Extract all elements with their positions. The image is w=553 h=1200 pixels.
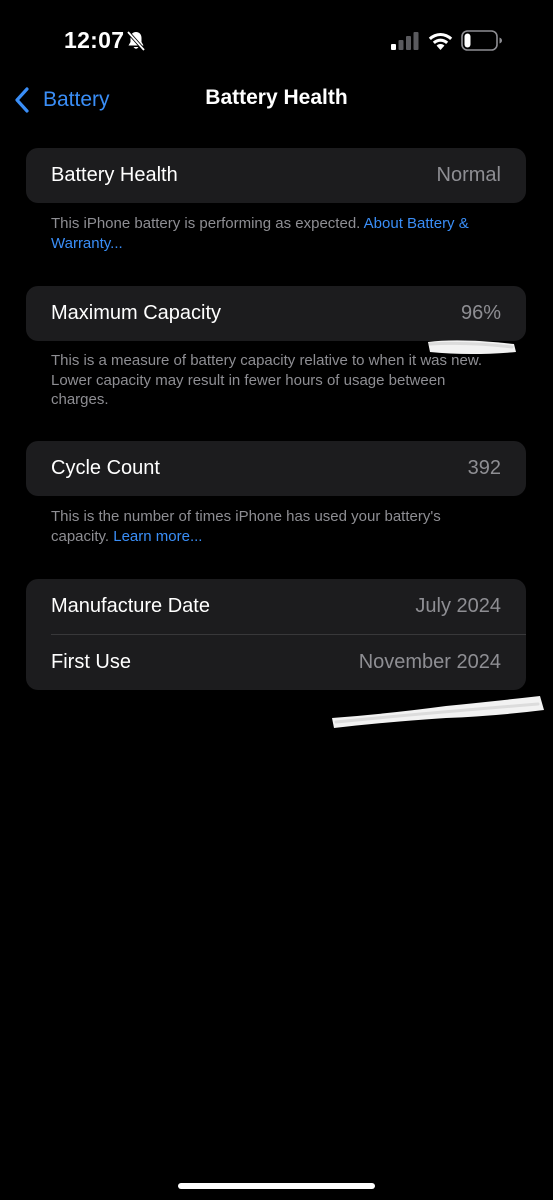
battery-health-footnote: This iPhone battery is performing as exp… [51, 214, 491, 253]
battery-health-card: Battery Health Normal [26, 148, 526, 203]
signal-icon [391, 32, 419, 50]
cycle-count-value: 392 [467, 457, 501, 479]
manufacture-date-value: July 2024 [415, 595, 501, 617]
manufacture-date-label: Manufacture Date [51, 595, 210, 617]
battery-icon [461, 30, 502, 51]
first-use-label: First Use [51, 651, 131, 673]
page-title: Battery Health [205, 86, 348, 109]
battery-health-row[interactable]: Battery Health Normal [26, 148, 526, 203]
manufacture-date-row: Manufacture Date July 2024 [26, 579, 526, 634]
wifi-icon [428, 32, 453, 50]
first-use-value: November 2024 [358, 651, 501, 673]
dates-card: Manufacture Date July 2024 First Use Nov… [26, 579, 526, 690]
bell-slash-icon [126, 30, 146, 52]
battery-health-footnote-text: This iPhone battery is performing as exp… [51, 215, 364, 232]
nav-bar: Battery Battery Health [0, 80, 553, 120]
battery-health-value: Normal [436, 164, 501, 186]
cycle-count-footnote: This is the number of times iPhone has u… [51, 507, 491, 546]
status-time: 12:07 [64, 27, 125, 53]
learn-more-link[interactable]: Learn more... [113, 528, 202, 545]
cycle-count-footnote-text: This is the number of times iPhone has u… [51, 508, 441, 545]
battery-health-label: Battery Health [51, 164, 178, 186]
cycle-count-row: Cycle Count 392 [26, 441, 526, 496]
status-bar: 12:07 [0, 0, 553, 80]
cycle-count-card: Cycle Count 392 [26, 441, 526, 496]
home-indicator[interactable] [178, 1183, 375, 1189]
first-use-row: First Use November 2024 [26, 635, 526, 690]
redaction-scribble [428, 340, 516, 354]
maximum-capacity-label: Maximum Capacity [51, 302, 222, 324]
maximum-capacity-value: 96% [460, 302, 501, 324]
cycle-count-label: Cycle Count [51, 457, 160, 479]
redaction-scribble [332, 696, 544, 728]
